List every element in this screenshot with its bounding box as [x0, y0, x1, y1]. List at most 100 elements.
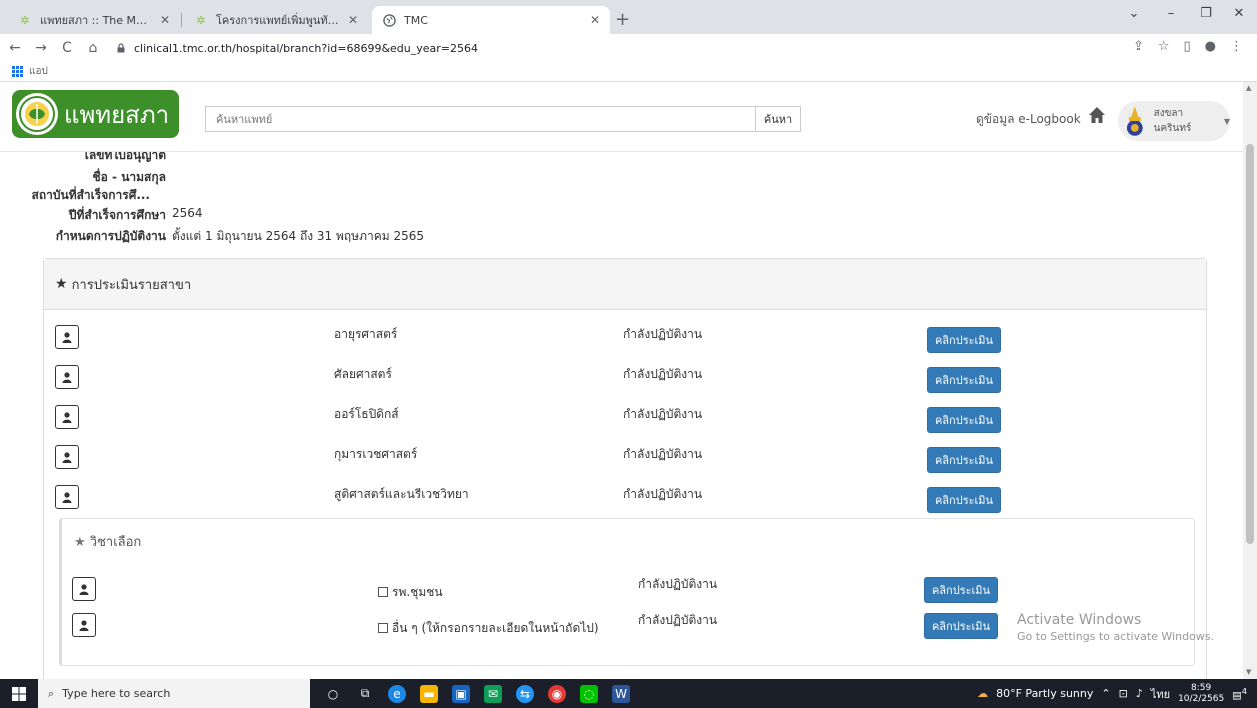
- user-icon[interactable]: [55, 365, 79, 389]
- chevron-up-icon[interactable]: ⌃: [1101, 687, 1110, 700]
- profile-icon[interactable]: ●: [1205, 39, 1216, 54]
- table-row: ออร์โธปิดิกส์ กำลังปฏิบัติงาน คลิกประเมิ…: [44, 399, 1206, 435]
- network-icon[interactable]: ⊡: [1119, 687, 1128, 700]
- reload-icon[interactable]: C: [56, 40, 78, 56]
- name-label: ชื่อ - นามสกุล: [92, 170, 166, 184]
- mail-icon[interactable]: ✉: [484, 684, 502, 703]
- minimize-button[interactable]: –: [1160, 6, 1182, 21]
- user-menu[interactable]: สงขลานครินทร์ ▼: [1118, 101, 1230, 141]
- close-icon[interactable]: ✕: [348, 13, 358, 27]
- elective-title: วิชาเลือก: [89, 535, 142, 550]
- clock[interactable]: 8:59 10/2/2565: [1178, 683, 1224, 705]
- doctor-search-input[interactable]: [205, 106, 755, 132]
- table-row: อายุรศาสตร์ กำลังปฏิบัติงาน คลิกประเมิน: [44, 319, 1206, 355]
- evaluate-button[interactable]: คลิกประเมิน: [927, 447, 1001, 473]
- user-icon[interactable]: [55, 445, 79, 469]
- browser-tab-active[interactable]: TMC ✕: [372, 6, 610, 34]
- evaluate-button[interactable]: คลิกประเมิน: [924, 577, 998, 603]
- tab-divider: [181, 13, 182, 27]
- subject-name: สูติศาสตร์และนรีเวชวิทยา: [334, 487, 469, 501]
- weather-icon: ☁: [977, 687, 989, 700]
- maximize-button[interactable]: ❐: [1195, 6, 1217, 21]
- browser-toolbar: ← → C ⌂ clinical1.tmc.or.th/hospital/bra…: [0, 34, 1257, 62]
- browser-tab-2[interactable]: ✲ โครงการแพทย์เพิ่มพูนทักษะ - แพทยสภ ✕: [184, 6, 368, 34]
- back-icon[interactable]: ←: [4, 40, 26, 56]
- side-panel-icon[interactable]: ▯: [1184, 39, 1191, 54]
- evaluate-button[interactable]: คลิกประเมิน: [927, 487, 1001, 513]
- status-text: กำลังปฏิบัติงาน: [638, 613, 718, 627]
- status-text: กำลังปฏิบัติงาน: [638, 577, 718, 591]
- table-row: ศัลยศาสตร์ กำลังปฏิบัติงาน คลิกประเมิน: [44, 359, 1206, 395]
- site-logo[interactable]: แพทยสภา: [12, 90, 180, 138]
- more-icon[interactable]: ⋮: [1230, 39, 1243, 54]
- file-explorer-icon[interactable]: ▬: [420, 684, 438, 703]
- tab-title: โครงการแพทย์เพิ่มพูนทักษะ - แพทยสภ: [216, 14, 340, 27]
- star-icon[interactable]: ☆: [1158, 39, 1170, 54]
- elective-option-label: รพ.ชุมชน: [392, 585, 443, 599]
- input-language[interactable]: ไทย: [1151, 685, 1170, 703]
- user-icon[interactable]: [55, 325, 79, 349]
- checkbox[interactable]: [378, 587, 388, 597]
- search-button[interactable]: ค้นหา: [755, 106, 801, 132]
- tmc-favicon: ✲: [196, 13, 206, 27]
- store-icon[interactable]: ▣: [452, 684, 470, 703]
- close-icon[interactable]: ✕: [590, 13, 600, 27]
- weather-text[interactable]: 80°F Partly sunny: [996, 687, 1093, 700]
- chevron-down-icon: ▼: [1223, 116, 1230, 126]
- edge-icon[interactable]: e: [388, 684, 406, 703]
- user-icon[interactable]: [72, 577, 96, 601]
- user-icon[interactable]: [55, 485, 79, 509]
- bookmarks-bar: แอป: [0, 62, 1257, 82]
- status-text: กำลังปฏิบัติงาน: [623, 327, 703, 341]
- evaluate-button[interactable]: คลิกประเมิน: [927, 367, 1001, 393]
- user-icon[interactable]: [72, 613, 96, 637]
- table-row: สูติศาสตร์และนรีเวชวิทยา กำลังปฏิบัติงาน…: [44, 479, 1206, 515]
- new-tab-button[interactable]: +: [615, 9, 630, 30]
- elective-option[interactable]: อื่น ๆ (ให้กรอกรายละเอียดในหน้าถัดไป): [378, 619, 599, 638]
- grad-year-label: ปีที่สำเร็จการศึกษา: [68, 208, 166, 222]
- forward-icon[interactable]: →: [30, 40, 52, 56]
- share-icon[interactable]: ⇪: [1133, 39, 1144, 54]
- schedule-label: กำหนดการปฏิบัติงาน: [55, 229, 166, 243]
- elective-heading: ★ วิชาเลือก: [74, 531, 141, 552]
- grad-year-value: 2564: [172, 206, 203, 220]
- close-icon[interactable]: ✕: [160, 13, 170, 27]
- tab-title: แพทยสภา :: The Medical Council o: [40, 14, 152, 27]
- taskbar-search-placeholder: Type here to search: [62, 687, 171, 700]
- watermark-subtitle: Go to Settings to activate Windows.: [1017, 630, 1215, 643]
- status-text: กำลังปฏิบัติงาน: [623, 407, 703, 421]
- task-view-icon[interactable]: ⧉: [356, 685, 374, 703]
- notifications-icon[interactable]: ▤4: [1232, 686, 1247, 701]
- page-scrollbar[interactable]: ▲ ▼: [1243, 82, 1257, 679]
- e-logbook-link[interactable]: ดูข้อมูล e-Logbook: [976, 110, 1081, 129]
- tab-search-icon[interactable]: ⌄: [1123, 6, 1145, 21]
- volume-icon[interactable]: ♪: [1136, 687, 1143, 700]
- line-icon[interactable]: ◌: [580, 684, 598, 703]
- evaluate-button[interactable]: คลิกประเมิน: [927, 327, 1001, 353]
- elective-option[interactable]: รพ.ชุมชน: [378, 583, 443, 602]
- teamviewer-icon[interactable]: ⇆: [516, 684, 534, 703]
- medical-council-emblem-icon: [16, 93, 58, 135]
- scroll-up-icon[interactable]: ▲: [1246, 84, 1251, 92]
- home-icon[interactable]: [1088, 106, 1106, 124]
- status-text: กำลังปฏิบัติงาน: [623, 367, 703, 381]
- scroll-down-icon[interactable]: ▼: [1246, 668, 1251, 676]
- windows-start-icon[interactable]: [0, 679, 38, 708]
- status-text: กำลังปฏิบัติงาน: [623, 487, 703, 501]
- browser-tab-1[interactable]: ✲ แพทยสภา :: The Medical Council o ✕: [8, 6, 180, 34]
- evaluate-button[interactable]: คลิกประเมิน: [924, 613, 998, 639]
- taskbar-search[interactable]: ⌕ Type here to search: [38, 679, 310, 708]
- chrome-icon[interactable]: ◉: [548, 684, 566, 703]
- user-icon[interactable]: [55, 405, 79, 429]
- home-icon[interactable]: ⌂: [82, 40, 104, 56]
- apps-icon[interactable]: [12, 66, 23, 77]
- address-bar[interactable]: clinical1.tmc.or.th/hospital/branch?id=6…: [116, 37, 478, 59]
- activate-windows-watermark: Activate Windows Go to Settings to activ…: [1017, 612, 1214, 643]
- apps-label[interactable]: แอป: [29, 64, 48, 79]
- scrollbar-thumb[interactable]: [1246, 144, 1254, 544]
- close-window-button[interactable]: ✕: [1228, 6, 1250, 21]
- checkbox[interactable]: [378, 623, 388, 633]
- word-icon[interactable]: W: [612, 684, 630, 703]
- cortana-icon[interactable]: ○: [324, 685, 342, 703]
- evaluate-button[interactable]: คลิกประเมิน: [927, 407, 1001, 433]
